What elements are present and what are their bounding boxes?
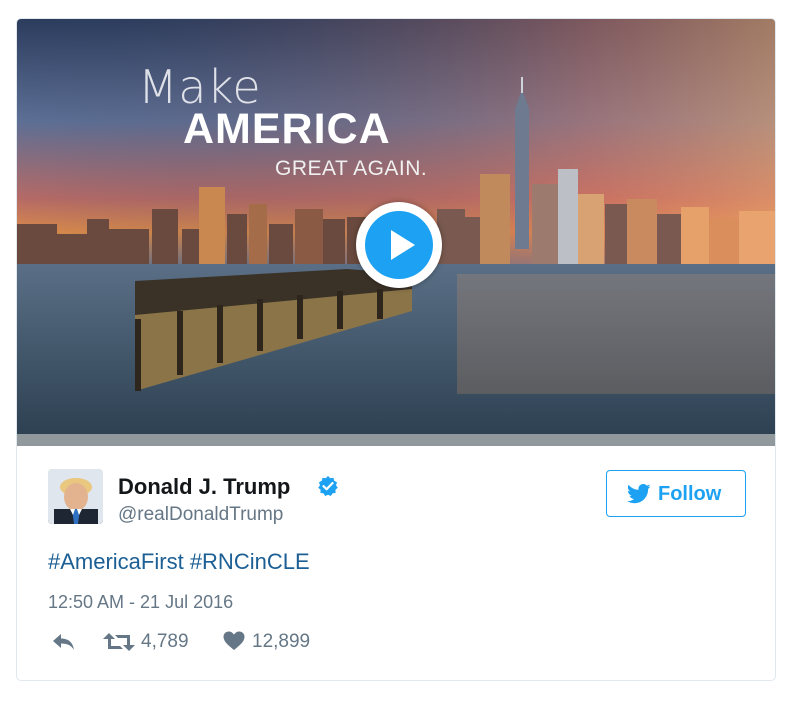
verified-badge-icon	[318, 476, 338, 496]
retweet-count: 4,789	[141, 631, 189, 652]
author-name[interactable]: Donald J. Trump	[118, 474, 290, 500]
overlay-text-america: AMERICA	[183, 105, 391, 153]
retweet-button[interactable]: 4,789	[103, 629, 203, 655]
reply-icon	[53, 634, 74, 650]
follow-button[interactable]: Follow	[606, 470, 746, 517]
overlay-text-great-again: GREAT AGAIN.	[275, 157, 428, 180]
tweet-card: Make AMERICA GREAT AGAIN. Donald J. Trum…	[16, 18, 776, 681]
avatar-portrait	[48, 469, 103, 524]
tweet-timestamp[interactable]: 12:50 AM - 21 Jul 2016	[48, 592, 233, 613]
play-button[interactable]	[356, 202, 442, 288]
hashtag-rncincle[interactable]: #RNCinCLE	[190, 549, 310, 574]
reply-button[interactable]	[51, 629, 79, 655]
twitter-bird-icon	[627, 484, 651, 504]
avatar[interactable]	[48, 469, 103, 524]
like-button[interactable]: 12,899	[223, 629, 333, 655]
author-handle[interactable]: @realDonaldTrump	[118, 504, 283, 526]
retweet-icon	[103, 633, 135, 651]
hashtag-americafirst[interactable]: #AmericaFirst	[48, 549, 184, 574]
play-icon	[365, 211, 433, 279]
tweet-text: #AmericaFirst #RNCinCLE	[48, 549, 310, 575]
video-thumbnail[interactable]: Make AMERICA GREAT AGAIN.	[17, 19, 775, 446]
follow-label: Follow	[658, 483, 722, 505]
like-count: 12,899	[252, 631, 311, 652]
heart-icon	[223, 631, 245, 650]
